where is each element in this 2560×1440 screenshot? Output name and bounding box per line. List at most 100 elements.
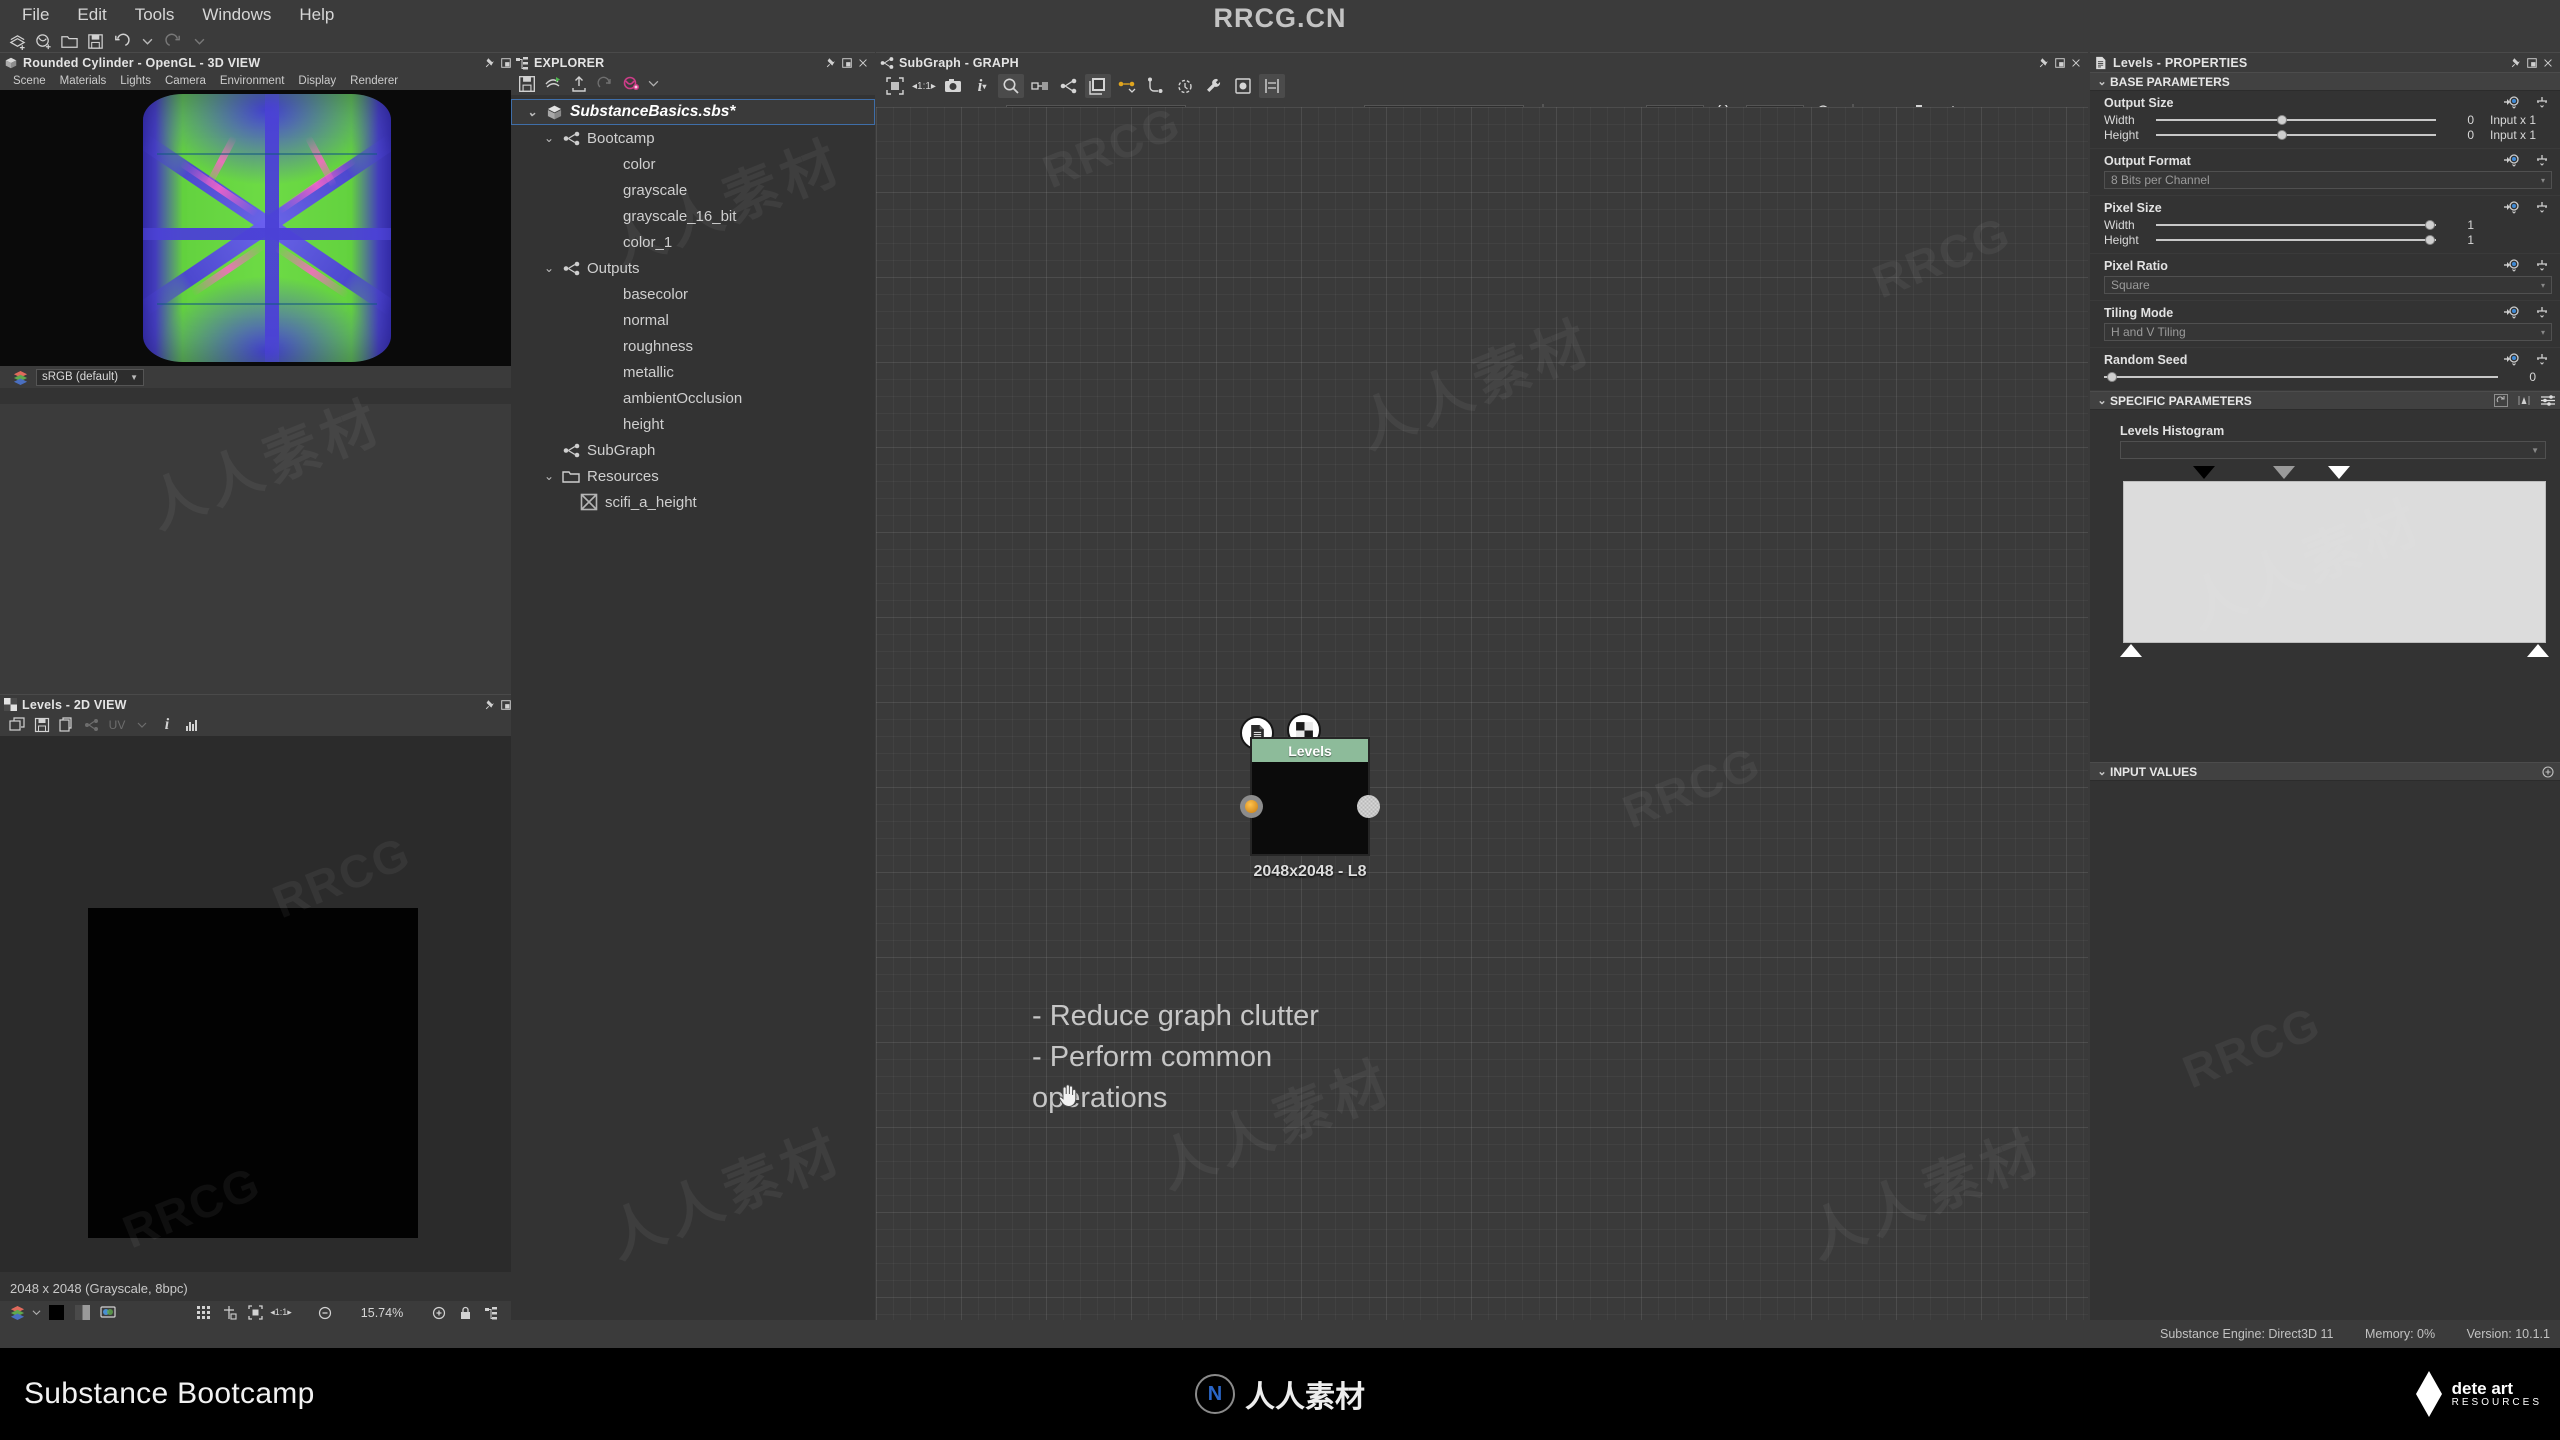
explorer-tree-item[interactable]: ⌄ Outputs xyxy=(511,255,875,281)
slider-knob[interactable] xyxy=(2106,372,2117,382)
menu-help[interactable]: Help xyxy=(285,2,348,28)
view3d-menu-lights[interactable]: Lights xyxy=(113,73,158,89)
function-graph-icon[interactable] xyxy=(2534,352,2550,366)
explorer-tree-item[interactable]: color xyxy=(511,151,875,177)
chevron-down-icon[interactable]: ⌄ xyxy=(522,105,542,119)
slider-knob[interactable] xyxy=(2425,220,2436,230)
graph-canvas[interactable]: Levels 2048x2048 - L8 - Reduce graph clu… xyxy=(876,107,2088,1320)
chevron-down-icon[interactable]: ⌄ xyxy=(539,469,559,483)
view3d-menu-display[interactable]: Display xyxy=(291,73,343,89)
slider-value[interactable]: 0 xyxy=(2444,128,2474,142)
zoom-level[interactable]: 15.74% xyxy=(340,1306,424,1320)
explorer-tree-item[interactable]: scifi_a_height xyxy=(511,489,875,515)
node-input-socket[interactable] xyxy=(1240,795,1263,818)
new-substance-icon[interactable] xyxy=(32,31,54,51)
section-input-values[interactable]: ⌄ INPUT VALUES xyxy=(2090,762,2560,781)
maximize-icon[interactable] xyxy=(839,55,855,71)
slider-knob[interactable] xyxy=(2425,235,2436,245)
explorer-tree-item[interactable]: grayscale_16_bit xyxy=(511,203,875,229)
explorer-tree-item[interactable]: metallic xyxy=(511,359,875,385)
explorer-tree-item[interactable]: basecolor xyxy=(511,281,875,307)
property-dropdown[interactable]: H and V Tiling ▾ xyxy=(2104,323,2552,341)
explorer-tree-item[interactable]: color_1 xyxy=(511,229,875,255)
color-profile-select[interactable]: sRGB (default) ▼ xyxy=(36,368,144,386)
save-icon[interactable] xyxy=(31,715,53,735)
redo-dropdown-icon[interactable] xyxy=(188,31,210,51)
expose-parameter-icon[interactable] xyxy=(2503,258,2520,272)
histogram-icon[interactable] xyxy=(181,715,203,735)
view3d-menu-scene[interactable]: Scene xyxy=(6,73,53,89)
menu-windows[interactable]: Windows xyxy=(188,2,285,28)
sliders-icon[interactable] xyxy=(2540,394,2556,407)
function-graph-icon[interactable] xyxy=(2534,153,2550,167)
view2d-canvas[interactable] xyxy=(0,736,534,1272)
2d-view-icon[interactable] xyxy=(1230,74,1256,98)
expose-parameter-icon[interactable] xyxy=(2503,153,2520,167)
camera-icon[interactable] xyxy=(940,74,966,98)
menu-edit[interactable]: Edit xyxy=(63,2,120,28)
histogram-white-point-marker[interactable] xyxy=(2328,466,2351,479)
view3d-menu-renderer[interactable]: Renderer xyxy=(343,73,405,89)
levels-icon[interactable] xyxy=(2517,394,2531,407)
view3d-menu-camera[interactable]: Camera xyxy=(158,73,213,89)
pin-icon[interactable] xyxy=(2508,55,2524,71)
explorer-tree-item[interactable]: grayscale xyxy=(511,177,875,203)
wrench-icon[interactable] xyxy=(1201,74,1227,98)
slider-mode[interactable]: Input x 1 xyxy=(2490,113,2552,127)
histogram-black-point-marker[interactable] xyxy=(2192,466,2215,479)
explorer-tree-item[interactable]: ⌄ SubstanceBasics.sbs* xyxy=(511,99,875,125)
chevron-down-icon[interactable]: ⌄ xyxy=(539,131,559,145)
menu-tools[interactable]: Tools xyxy=(121,2,189,28)
redo-icon[interactable] xyxy=(162,31,184,51)
view3d-viewport[interactable] xyxy=(0,90,534,366)
maximize-icon[interactable] xyxy=(2052,55,2068,71)
function-graph-icon[interactable] xyxy=(2534,258,2550,272)
explorer-tree-item[interactable]: normal xyxy=(511,307,875,333)
export-icon[interactable] xyxy=(570,75,588,93)
close-icon[interactable] xyxy=(2068,55,2084,71)
expose-parameter-icon[interactable] xyxy=(2503,200,2520,214)
node-output-socket[interactable] xyxy=(1357,795,1380,818)
close-icon[interactable] xyxy=(2540,55,2556,71)
expose-parameter-icon[interactable] xyxy=(2503,305,2520,319)
pin-icon[interactable] xyxy=(2036,55,2052,71)
slider-value[interactable]: 0 xyxy=(2506,370,2536,384)
explorer-tree-item[interactable]: SubGraph xyxy=(511,437,875,463)
slider-track[interactable] xyxy=(2104,372,2498,382)
slider-mode[interactable]: Input x 1 xyxy=(2490,128,2552,142)
info-icon[interactable]: i ▾ xyxy=(969,74,995,98)
levels-histogram-channel-select[interactable]: ▼ xyxy=(2120,441,2546,459)
links-icon[interactable] xyxy=(1114,74,1140,98)
save-icon[interactable] xyxy=(518,75,536,93)
publish-icon[interactable] xyxy=(544,75,562,93)
graph-node-levels[interactable]: Levels xyxy=(1240,737,1380,856)
function-graph-icon[interactable] xyxy=(2534,95,2550,109)
levels-histogram-widget[interactable] xyxy=(2120,466,2549,657)
explorer-tree-item[interactable]: height xyxy=(511,411,875,437)
expose-parameter-icon[interactable] xyxy=(2503,352,2520,366)
copy-icon[interactable] xyxy=(56,715,78,735)
close-icon[interactable] xyxy=(855,55,871,71)
slider-track[interactable] xyxy=(2156,235,2436,245)
function-graph-icon[interactable] xyxy=(2534,305,2550,319)
property-dropdown[interactable]: Square ▾ xyxy=(2104,276,2552,294)
frame-all-icon[interactable] xyxy=(882,74,908,98)
explorer-tree-item[interactable]: ⌄ Bootcamp xyxy=(511,125,875,151)
histogram-output-min-marker[interactable] xyxy=(2120,644,2142,657)
undo-dropdown-icon[interactable] xyxy=(136,31,158,51)
maximize-icon[interactable] xyxy=(2524,55,2540,71)
explorer-tree-item[interactable]: ⌄ Resources xyxy=(511,463,875,489)
slider-value[interactable]: 1 xyxy=(2444,218,2474,232)
slider-value[interactable]: 0 xyxy=(2444,113,2474,127)
color-profile-icon[interactable] xyxy=(12,370,29,385)
chevron-down-icon[interactable]: ⌄ xyxy=(539,261,559,275)
open-icon[interactable] xyxy=(58,31,80,51)
info-icon[interactable]: i xyxy=(156,715,178,735)
new-graph-icon[interactable] xyxy=(6,31,28,51)
histogram-output-max-marker[interactable] xyxy=(2527,644,2549,657)
add-icon[interactable] xyxy=(2542,765,2560,778)
connector-icon[interactable] xyxy=(1143,74,1169,98)
pin-icon[interactable] xyxy=(823,55,839,71)
input-node-icon[interactable] xyxy=(1027,74,1053,98)
search-icon[interactable] xyxy=(998,74,1024,98)
